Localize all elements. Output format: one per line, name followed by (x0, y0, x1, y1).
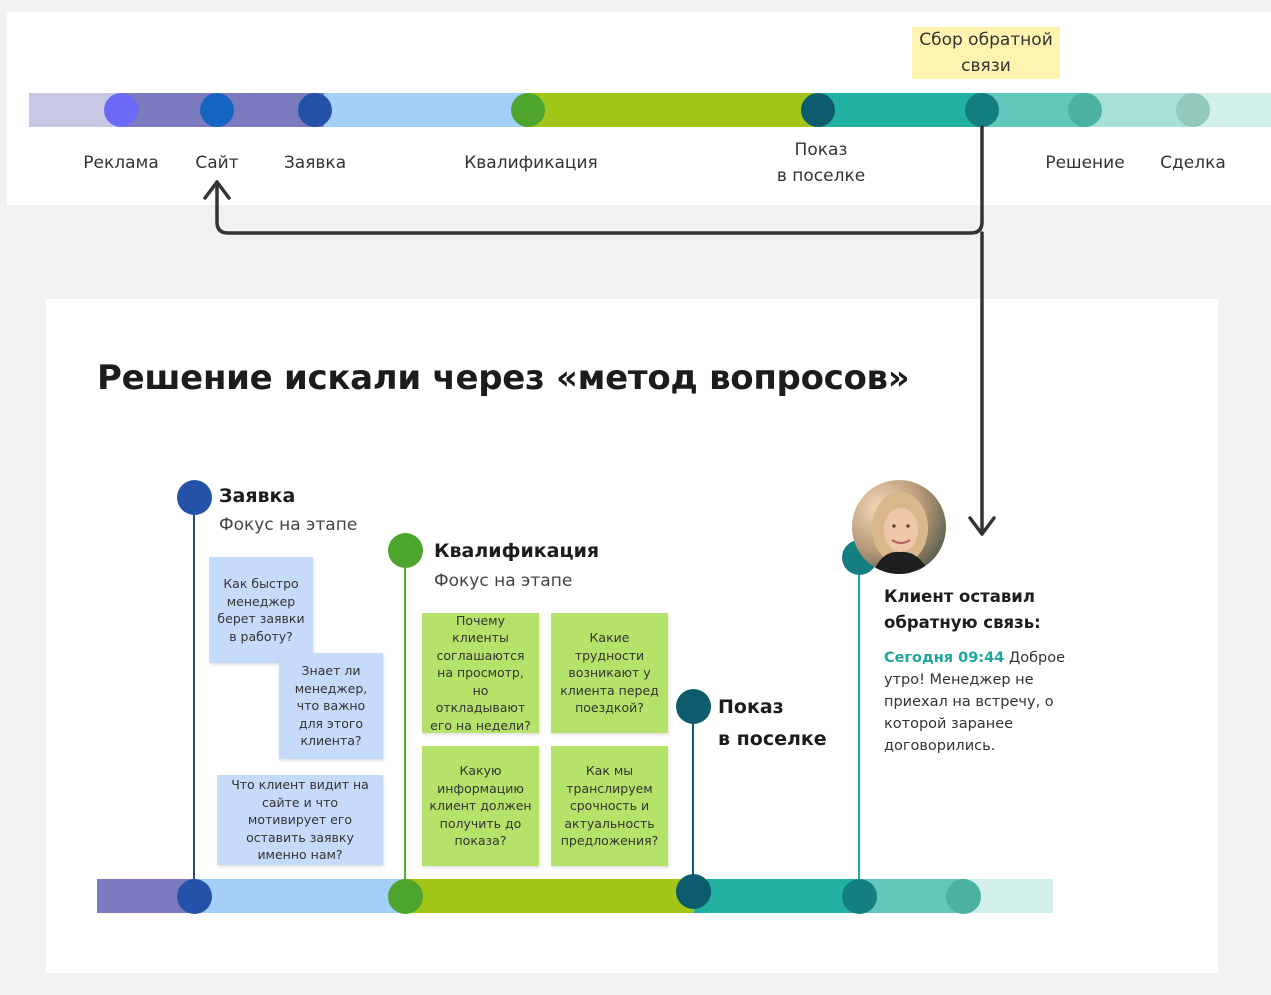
loop-back-arrow-line (215, 125, 984, 235)
feedback-arrows (203, 125, 996, 536)
